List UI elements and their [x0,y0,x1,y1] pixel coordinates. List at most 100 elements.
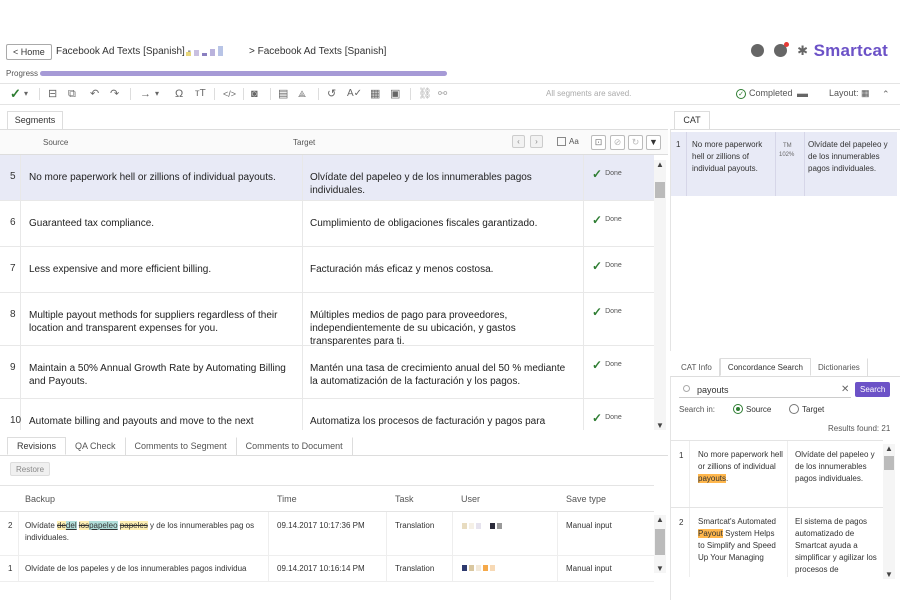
segment-source[interactable]: Automate billing and payouts and move to… [29,415,291,428]
camera-icon[interactable]: ◙ [251,87,258,101]
comment-icon[interactable]: ▤ [278,87,288,101]
tab-dictionaries[interactable]: Dictionaries [811,358,868,376]
concordance-result[interactable]: 2 Smartcat's Automated Payout System Hel… [671,507,883,577]
document-title[interactable]: Facebook Ad Texts [Spanish] - [56,46,191,57]
segment-status[interactable]: ✓ Done [592,358,622,372]
radio-source[interactable]: Source [733,404,771,414]
segments-header: Source Target ‹ › Aa ⊡ ⊘ ↻ ▼ [0,129,668,155]
tab-segments[interactable]: Segments [7,111,63,129]
tab-qa-check[interactable]: QA Check [66,437,126,455]
scroll-up-icon[interactable]: ▲ [656,160,664,169]
toolbar-divider [410,88,411,100]
revision-row[interactable]: 2 Olvídate dedel lospapeleo papeles y de… [0,512,654,556]
tab-revisions[interactable]: Revisions [7,437,67,455]
redo-icon[interactable]: ↷ [110,87,119,101]
clear-icon[interactable]: ✕ [841,384,849,395]
confirm-icon[interactable]: ✓ [10,87,21,101]
scroll-up-icon[interactable]: ▲ [656,515,664,524]
match-target: Olvídate del papeleo y de los innumerabl… [808,140,888,173]
spellcheck-icon[interactable]: A✓ [347,87,362,101]
scroll-up-icon[interactable]: ▲ [885,444,893,453]
segment-row[interactable]: 10 Automate billing and payouts and move … [0,399,654,430]
undo-icon[interactable]: ↶ [90,87,99,101]
segment-target[interactable]: Facturación más eficaz y menos costosa. [310,263,572,276]
filter-clear-icon[interactable]: ⊘ [610,135,625,150]
revision-row[interactable]: 1 Olvídate de los papeles y de los innum… [0,556,654,582]
segment-target[interactable]: Olvídate del papeleo y de los innumerabl… [310,171,572,197]
qa-icon[interactable]: ⟁ [298,87,306,101]
segment-status[interactable]: ✓ Done [592,167,622,181]
concordance-scrollbar[interactable]: ▲ ▼ [883,444,895,579]
concordance-result[interactable]: 1 No more paperwork hell or zillions of … [671,440,883,507]
restore-button[interactable]: Restore [10,462,51,476]
cat-match-row[interactable]: 1 No more paperwork hell or zillions of … [671,132,897,196]
glossary-icon[interactable]: ▦ [370,87,380,101]
segment-source[interactable]: No more paperwork hell or zillions of in… [29,171,291,184]
unlink-icon[interactable]: ⚯ [438,87,447,101]
segment-target[interactable]: Mantén una tasa de crecimiento anual del… [310,362,572,388]
revision-task: Translation [395,521,435,530]
text-case-icon[interactable]: тT [195,87,206,101]
segment-row[interactable]: 9 Maintain a 50% Annual Growth Rate by Au… [0,346,654,399]
completed-toggle[interactable]: ✓ Completed [736,88,793,99]
tags-icon[interactable]: </> [223,87,236,101]
tab-comments-to-segment[interactable]: Comments to Segment [126,437,237,455]
breadcrumb[interactable]: > Facebook Ad Texts [Spanish] [249,46,386,57]
segment-row[interactable]: 5 No more paperwork hell or zillions of i… [0,155,654,201]
search-button[interactable]: Search [855,382,891,397]
segment-status[interactable]: ✓ Done [592,259,622,273]
link-icon[interactable]: ⛓ [418,87,432,101]
segment-status[interactable]: ✓ Done [592,213,622,227]
chevron-left-icon[interactable]: ‹ [512,135,525,148]
gear-icon[interactable]: ✱ [797,44,808,57]
revert-icon[interactable]: ↺ [327,87,336,101]
chevron-right-icon[interactable]: › [530,135,543,148]
chat-icon[interactable] [751,44,765,57]
copy-source-icon[interactable]: → [140,87,151,101]
segment-source[interactable]: Less expensive and more efficient billin… [29,263,291,276]
revisions-scrollbar[interactable]: ▲ ▼ [654,515,666,573]
segments-scrollbar[interactable]: ▲ ▼ [654,160,666,430]
layout-menu[interactable]: Layout: ▦ [829,88,870,99]
segment-row[interactable]: 6 Guaranteed tax compliance. Cumplimiento … [0,201,654,247]
filter-icon[interactable]: ▼ [646,135,661,150]
segment-target[interactable]: Múltiples medios de pago para proveedore… [310,309,572,348]
concordance-panel: ✕ Search Search in: Source Target Result… [670,376,900,600]
concordance-search-input[interactable] [679,382,851,398]
segment-source[interactable]: Guaranteed tax compliance. [29,217,291,230]
book-icon[interactable]: ▣ [390,87,400,101]
tab-concordance-search[interactable]: Concordance Search [719,358,811,376]
document-icon[interactable]: ▬ [797,87,808,101]
notifications-icon[interactable] [774,42,790,57]
filter-source-icon[interactable]: ⊡ [591,135,606,150]
home-button[interactable]: < Home [6,44,52,60]
refresh-icon[interactable]: ↻ [628,135,643,150]
chevron-down-icon[interactable]: ▾ [24,87,28,101]
segment-source[interactable]: Maintain a 50% Annual Growth Rate by Aut… [29,362,291,388]
progress-fill [40,71,447,76]
scroll-thumb[interactable] [655,182,665,198]
collapse-icon[interactable]: ⌃ [882,87,890,101]
join-icon[interactable]: ⊟ [48,87,57,101]
scroll-down-icon[interactable]: ▼ [656,564,664,573]
radio-target[interactable]: Target [789,404,824,414]
scroll-down-icon[interactable]: ▼ [885,570,893,579]
segment-target[interactable]: Cumplimiento de obligaciones fiscales ga… [310,217,572,230]
segment-status[interactable]: ✓ Done [592,305,622,319]
segment-row[interactable]: 8 Multiple payout methods for suppliers r… [0,293,654,348]
segment-target[interactable]: Automatiza los procesos de facturación y… [310,415,572,428]
segment-status[interactable]: ✓ Done [592,411,622,425]
chevron-down-icon[interactable]: ▾ [155,87,159,101]
match-case-checkbox[interactable]: Aa [557,137,579,146]
tab-cat[interactable]: CAT [674,111,710,129]
segment-row[interactable]: 7 Less expensive and more efficient billi… [0,247,654,293]
split-icon[interactable]: ⧉ [68,87,76,101]
tab-cat-info[interactable]: CAT Info [674,358,720,376]
special-char-icon[interactable]: Ω [175,87,183,101]
segment-source[interactable]: Multiple payout methods for suppliers re… [29,309,291,335]
revision-save-type: Manual input [566,564,612,573]
scroll-down-icon[interactable]: ▼ [656,421,664,430]
scroll-thumb[interactable] [655,529,665,555]
tab-comments-to-document[interactable]: Comments to Document [237,437,353,455]
scroll-thumb[interactable] [884,456,894,470]
